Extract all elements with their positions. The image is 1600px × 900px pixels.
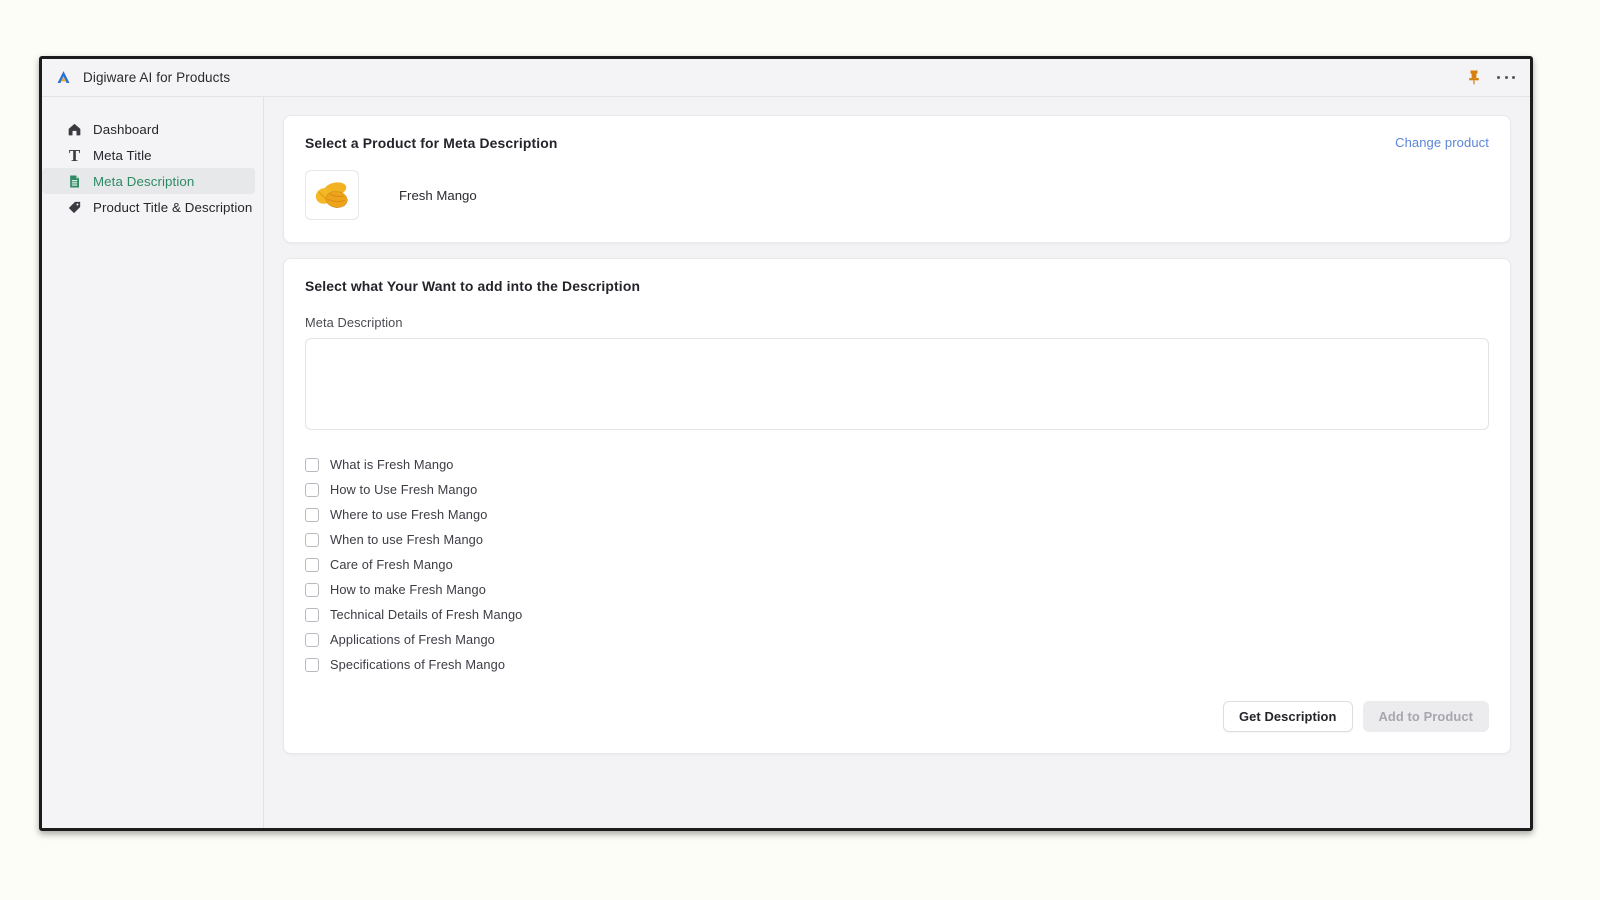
checkbox[interactable] [305, 608, 319, 622]
option-label: What is Fresh Mango [330, 457, 454, 472]
sidebar-item-dashboard[interactable]: Dashboard [42, 116, 255, 142]
sidebar-item-label: Meta Description [93, 174, 194, 189]
text-title-icon: T [66, 147, 83, 164]
add-to-product-button: Add to Product [1363, 701, 1490, 732]
description-option-list: What is Fresh Mango How to Use Fresh Man… [305, 452, 1489, 677]
get-description-button[interactable]: Get Description [1223, 701, 1352, 732]
option-label: Specifications of Fresh Mango [330, 657, 505, 672]
checkbox[interactable] [305, 558, 319, 572]
app-window: Digiware AI for Products Dashbo [39, 56, 1533, 831]
list-item[interactable]: How to make Fresh Mango [305, 577, 1489, 602]
list-item[interactable]: Technical Details of Fresh Mango [305, 602, 1489, 627]
checkbox[interactable] [305, 483, 319, 497]
checkbox[interactable] [305, 508, 319, 522]
product-selection-card: Select a Product for Meta Description Ch… [283, 115, 1511, 243]
option-label: How to Use Fresh Mango [330, 482, 477, 497]
action-button-row: Get Description Add to Product [305, 701, 1489, 732]
list-item[interactable]: Where to use Fresh Mango [305, 502, 1489, 527]
title-bar: Digiware AI for Products [42, 59, 1530, 97]
description-options-card: Select what Your Want to add into the De… [283, 258, 1511, 754]
meta-description-label: Meta Description [305, 315, 1489, 330]
option-label: Care of Fresh Mango [330, 557, 453, 572]
list-item[interactable]: How to Use Fresh Mango [305, 477, 1489, 502]
product-card-title: Select a Product for Meta Description [305, 135, 558, 151]
list-item[interactable]: Care of Fresh Mango [305, 552, 1489, 577]
product-card-header: Select a Product for Meta Description Ch… [305, 135, 1489, 151]
option-label: Technical Details of Fresh Mango [330, 607, 522, 622]
pin-icon[interactable] [1466, 69, 1482, 86]
sidebar-item-label: Meta Title [93, 148, 152, 163]
sidebar-item-meta-description[interactable]: Meta Description [42, 168, 255, 194]
checkbox[interactable] [305, 533, 319, 547]
change-product-link[interactable]: Change product [1395, 135, 1489, 150]
meta-description-input[interactable] [305, 338, 1489, 430]
description-card-title: Select what Your Want to add into the De… [305, 278, 1489, 294]
tag-icon [66, 199, 83, 216]
sidebar-item-product-title-description[interactable]: Product Title & Description [42, 194, 255, 220]
sidebar: Dashboard T Meta Title [42, 97, 264, 828]
selected-product-row[interactable]: Fresh Mango [305, 170, 1489, 220]
window-body: Dashboard T Meta Title [42, 97, 1530, 828]
option-label: How to make Fresh Mango [330, 582, 486, 597]
sidebar-item-label: Product Title & Description [93, 200, 252, 215]
option-label: When to use Fresh Mango [330, 532, 483, 547]
checkbox[interactable] [305, 458, 319, 472]
digiware-logo-icon [55, 69, 72, 86]
document-icon [66, 173, 83, 190]
list-item[interactable]: Applications of Fresh Mango [305, 627, 1489, 652]
checkbox[interactable] [305, 633, 319, 647]
sidebar-item-label: Dashboard [93, 122, 159, 137]
option-label: Applications of Fresh Mango [330, 632, 495, 647]
home-icon [66, 121, 83, 138]
main-content: Select a Product for Meta Description Ch… [264, 97, 1530, 828]
option-label: Where to use Fresh Mango [330, 507, 487, 522]
checkbox[interactable] [305, 658, 319, 672]
mango-image [305, 170, 359, 220]
list-item[interactable]: What is Fresh Mango [305, 452, 1489, 477]
app-title: Digiware AI for Products [83, 70, 230, 85]
list-item[interactable]: Specifications of Fresh Mango [305, 652, 1489, 677]
checkbox[interactable] [305, 583, 319, 597]
selected-product-name: Fresh Mango [399, 188, 477, 203]
sidebar-item-meta-title[interactable]: T Meta Title [42, 142, 255, 168]
more-options-icon[interactable] [1496, 69, 1516, 87]
list-item[interactable]: When to use Fresh Mango [305, 527, 1489, 552]
